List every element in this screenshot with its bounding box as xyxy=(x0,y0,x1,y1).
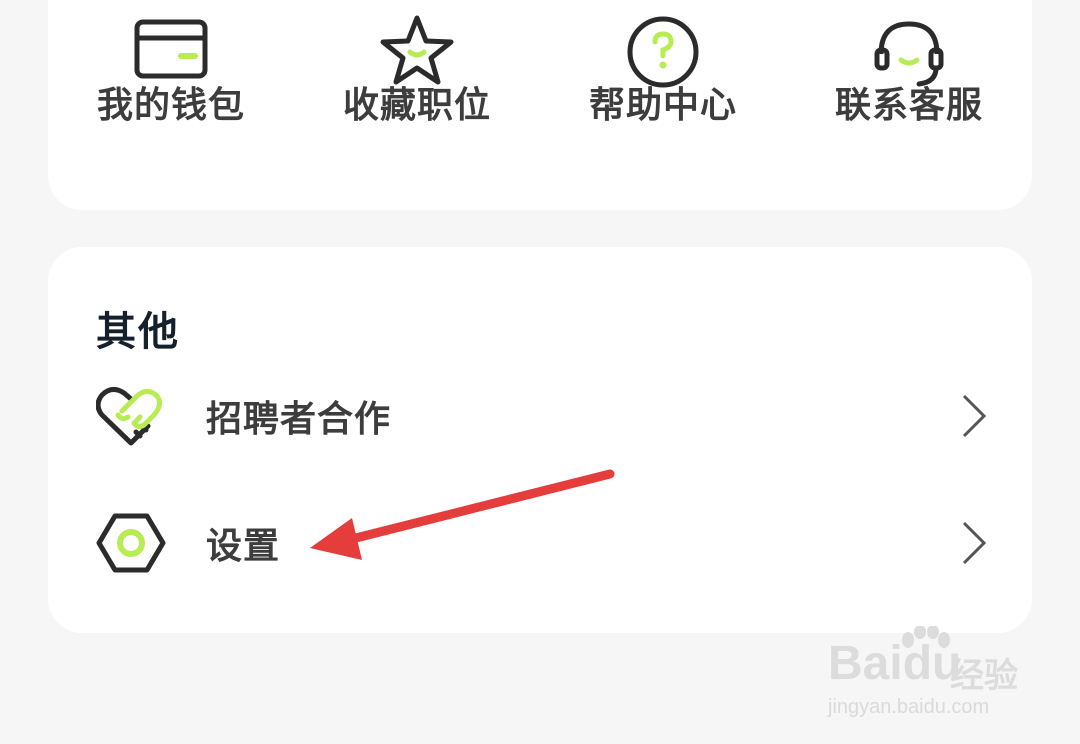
quick-action-label: 收藏职位 xyxy=(342,85,491,126)
paw-icon xyxy=(898,625,954,666)
annotation-arrow xyxy=(300,460,620,570)
quick-action-label: 我的钱包 xyxy=(96,85,245,126)
quick-action-help[interactable]: 帮助中心 xyxy=(540,0,786,170)
quick-action-wallet[interactable]: 我的钱包 xyxy=(48,0,294,170)
list-item-recruiter-partnership[interactable]: 招聘者合作 xyxy=(48,360,1032,470)
quick-action-support[interactable]: 联系客服 xyxy=(786,0,1032,170)
quick-actions-card: 我的钱包 收藏职位 帮助中心 联系客服 xyxy=(48,0,1032,210)
quick-action-favorites[interactable]: 收藏职位 xyxy=(294,0,540,170)
watermark-url: jingyan.baidu.com xyxy=(828,696,990,718)
quick-action-label: 帮助中心 xyxy=(588,85,737,126)
chevron-right-icon xyxy=(958,519,988,567)
section-title: 其他 xyxy=(96,309,180,355)
other-section-card: 其他 招聘者合作 设置 xyxy=(48,247,1032,633)
chevron-right-icon xyxy=(958,392,988,440)
quick-actions-row: 我的钱包 收藏职位 帮助中心 联系客服 xyxy=(48,0,1032,170)
list-item-label: 招聘者合作 xyxy=(206,399,392,440)
list-item-label: 设置 xyxy=(206,526,281,567)
quick-action-label: 联系客服 xyxy=(834,85,983,126)
hexagon-settings-icon xyxy=(96,508,166,578)
handshake-heart-icon xyxy=(96,381,166,451)
watermark-text: 经验 xyxy=(950,656,1018,696)
baidu-watermark: Baidu 经验 jingyan.baidu.com xyxy=(828,625,1048,730)
